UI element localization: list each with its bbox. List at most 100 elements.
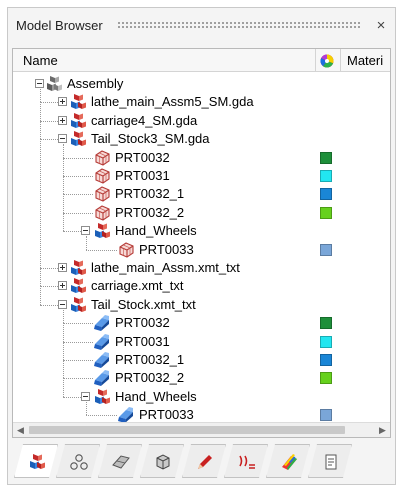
assembly-red-icon	[69, 112, 87, 130]
collapse-minus-icon[interactable]	[81, 391, 90, 401]
tree-row[interactable]: carriage4_SM.gda	[13, 112, 390, 130]
color-swatch[interactable]	[320, 170, 332, 182]
tree-row[interactable]: carriage.xmt_txt	[13, 277, 390, 295]
tree-connector	[63, 144, 64, 158]
tree-item-label: PRT0032_1	[115, 352, 185, 367]
tree-connector	[63, 176, 64, 194]
browser-tab[interactable]	[14, 444, 58, 478]
browser-tab-strip	[12, 444, 391, 480]
color-swatch[interactable]	[320, 335, 332, 348]
part-solid-icon	[93, 333, 111, 351]
tree-connector	[63, 213, 64, 231]
tree-item-label: PRT0032	[115, 149, 170, 165]
tree-item-label: PRT0032	[115, 315, 170, 331]
browser-tab[interactable]	[140, 444, 184, 478]
assembly-red-icon	[69, 277, 87, 295]
drag-grip[interactable]	[116, 21, 361, 29]
tree-connector	[63, 213, 93, 214]
tree-connector	[40, 286, 58, 287]
expand-plus-icon[interactable]	[58, 115, 67, 125]
column-divider[interactable]	[315, 49, 316, 71]
color-swatch[interactable]	[320, 188, 332, 201]
tree-connector	[40, 102, 58, 103]
tree-row[interactable]: lathe_main_Assm.xmt_txt	[13, 259, 390, 277]
tree-connector	[40, 268, 41, 286]
tree-connector	[86, 402, 87, 415]
tree-row[interactable]: Assembly	[13, 75, 390, 93]
tree-item-label: PRT0032_2	[115, 370, 185, 386]
part-solid-icon	[93, 369, 111, 387]
column-header-material[interactable]: Materi	[347, 53, 383, 68]
color-swatch[interactable]	[320, 409, 332, 422]
tree-connector	[63, 158, 64, 176]
tree-connector	[86, 236, 87, 250]
loads-tab-icon	[237, 453, 257, 471]
tree-rows: Assembly lathe_main_Assm5_SM.gda carriage4…	[13, 75, 390, 424]
horizontal-scrollbar[interactable]: ◀ ▶	[13, 422, 390, 437]
tree-row[interactable]: lathe_main_Assm5_SM.gda	[13, 93, 390, 111]
tree-connector	[63, 323, 64, 342]
tree-item-label: Hand_Wheels	[115, 223, 197, 239]
tree-view[interactable]: Name Materi Assembly lathe_main_Assm5_SM.…	[12, 48, 391, 438]
tree-connector	[40, 121, 58, 122]
part-solid-icon	[93, 351, 111, 369]
close-icon[interactable]: ×	[371, 17, 391, 34]
color-swatch[interactable]	[320, 372, 332, 385]
tree-connector	[40, 139, 58, 140]
expand-plus-icon[interactable]	[58, 281, 67, 291]
tree-connector	[63, 310, 64, 323]
tree-connector	[63, 342, 64, 360]
expand-plus-icon[interactable]	[58, 97, 67, 107]
assembly-icon	[45, 75, 63, 93]
pencil-tab-icon	[195, 453, 215, 471]
tree-item-label: PRT0033	[139, 241, 194, 257]
tree-connector	[86, 415, 117, 416]
tree-connector	[40, 89, 41, 102]
collapse-minus-icon[interactable]	[35, 79, 44, 88]
surfaces-tab-icon	[111, 453, 131, 471]
expand-plus-icon[interactable]	[58, 263, 67, 272]
assembly-red-icon	[69, 93, 87, 111]
tree-connector	[63, 378, 93, 379]
assembly-red-icon	[69, 259, 87, 277]
tree-item-label: PRT0032_2	[115, 204, 185, 220]
column-header-name[interactable]: Name	[23, 53, 58, 68]
browser-tab[interactable]	[56, 444, 100, 478]
tree-item-label: carriage4_SM.gda	[91, 112, 198, 128]
tree-connector	[63, 360, 93, 361]
collapse-minus-icon[interactable]	[81, 226, 90, 236]
color-swatch[interactable]	[320, 206, 332, 219]
assembly-red-icon	[93, 222, 111, 240]
color-swatch[interactable]	[320, 354, 332, 366]
tree-connector	[86, 250, 117, 251]
scroll-left-icon[interactable]: ◀	[13, 423, 28, 437]
tree-row[interactable]: Tail_Stock.xmt_txt	[13, 296, 390, 314]
browser-tab[interactable]	[224, 444, 268, 478]
collapse-minus-icon[interactable]	[58, 134, 67, 144]
column-header: Name Materi	[13, 49, 390, 72]
column-divider[interactable]	[340, 49, 341, 71]
part-mesh-icon	[117, 241, 135, 259]
tree-connector	[63, 158, 93, 159]
components-tab-icon	[69, 453, 89, 471]
color-wheel-icon[interactable]	[320, 54, 334, 68]
collapse-minus-icon[interactable]	[58, 299, 67, 309]
color-swatch[interactable]	[320, 151, 332, 164]
tree-row[interactable]: Tail_Stock3_SM.gda	[13, 130, 390, 148]
tree-connector	[40, 102, 41, 121]
tree-item-label: Tail_Stock.xmt_txt	[91, 296, 196, 312]
assembly-red-icon	[69, 130, 87, 148]
panel-titlebar[interactable]: Model Browser ×	[8, 8, 395, 42]
tree-row[interactable]: PRT0033	[13, 241, 390, 259]
browser-tab[interactable]	[182, 444, 226, 478]
model-tab-icon	[27, 453, 47, 471]
scrollbar-thumb[interactable]	[29, 426, 345, 434]
color-swatch[interactable]	[320, 243, 332, 256]
browser-tab[interactable]	[266, 444, 310, 478]
scroll-right-icon[interactable]: ▶	[375, 423, 390, 437]
notes-tab-icon	[321, 453, 341, 471]
browser-tab[interactable]	[98, 444, 142, 478]
color-swatch[interactable]	[320, 317, 332, 330]
browser-tab[interactable]	[308, 444, 352, 478]
tree-connector	[63, 176, 93, 177]
